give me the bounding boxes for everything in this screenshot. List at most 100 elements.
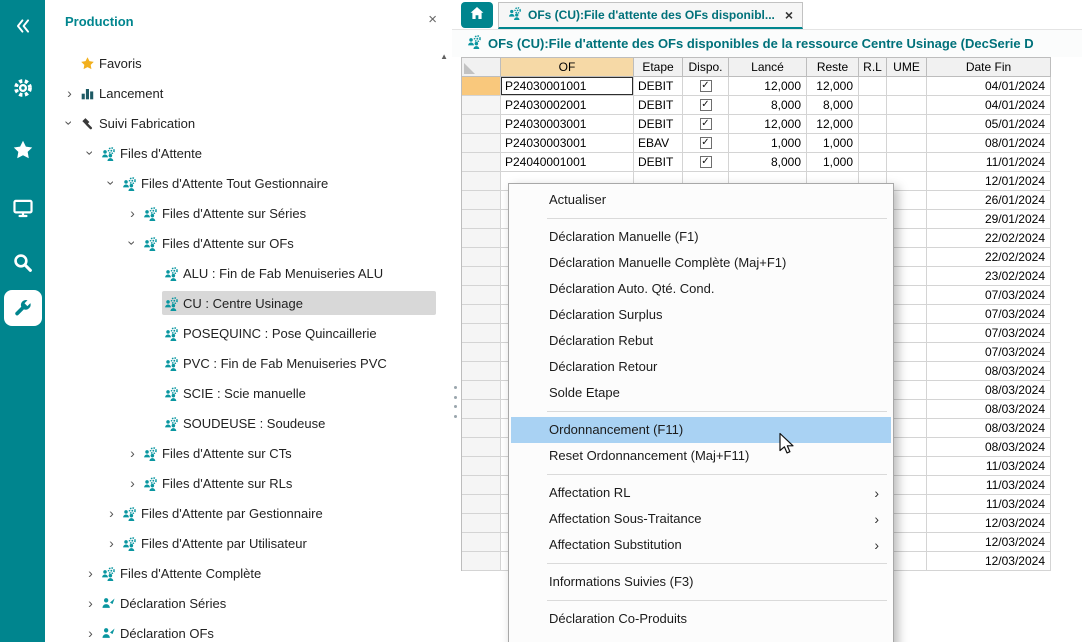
- row-selector[interactable]: [462, 134, 501, 153]
- cell-etape[interactable]: DEBIT: [634, 77, 683, 96]
- tree-item-files-d-attente-compl-te[interactable]: ›Files d'Attente Complète: [45, 558, 436, 588]
- chevron-collapsed-icon[interactable]: ›: [124, 446, 141, 460]
- row-selector[interactable]: [462, 514, 501, 533]
- row-selector[interactable]: [462, 191, 501, 210]
- menu-item-d-claration-manuelle-compl-te-maj-f1[interactable]: Déclaration Manuelle Complète (Maj+F1): [511, 250, 891, 276]
- cell-lance[interactable]: 1,000: [729, 134, 807, 153]
- close-icon[interactable]: ×: [428, 12, 437, 27]
- chevron-collapsed-icon[interactable]: ›: [103, 506, 120, 520]
- star-icon[interactable]: [0, 132, 45, 168]
- cell-date-fin[interactable]: 08/03/2024: [927, 419, 1051, 438]
- cell-reste[interactable]: 8,000: [807, 96, 859, 115]
- cell-dispo[interactable]: ✓: [683, 153, 729, 172]
- row-selector[interactable]: [462, 476, 501, 495]
- select-all-corner[interactable]: [462, 58, 501, 77]
- tree-item-cu-centre-usinage[interactable]: CU : Centre Usinage: [45, 288, 436, 318]
- cell-dispo[interactable]: ✓: [683, 96, 729, 115]
- gear-icon[interactable]: [0, 70, 45, 106]
- tree-item-posequinc-pose-quincaillerie[interactable]: POSEQUINC : Pose Quincaillerie: [45, 318, 436, 348]
- tree-item-soudeuse-soudeuse[interactable]: SOUDEUSE : Soudeuse: [45, 408, 436, 438]
- row-selector[interactable]: [462, 495, 501, 514]
- cell-date-fin[interactable]: 04/01/2024: [927, 77, 1051, 96]
- chevron-collapsed-icon[interactable]: ›: [103, 536, 120, 550]
- row-selector[interactable]: [462, 172, 501, 191]
- menu-item-affectation-rl[interactable]: Affectation RL›: [511, 480, 891, 506]
- cell-lance[interactable]: 8,000: [729, 96, 807, 115]
- row-selector[interactable]: [462, 400, 501, 419]
- row-selector[interactable]: [462, 77, 501, 96]
- cell-rl[interactable]: [859, 134, 887, 153]
- cell-of[interactable]: P24030001001: [501, 77, 634, 96]
- checkbox-checked-icon[interactable]: ✓: [700, 80, 712, 92]
- cell-date-fin[interactable]: 07/03/2024: [927, 305, 1051, 324]
- cell-etape[interactable]: DEBIT: [634, 153, 683, 172]
- cell-date-fin[interactable]: 05/01/2024: [927, 115, 1051, 134]
- chevron-collapsed-icon[interactable]: ›: [124, 206, 141, 220]
- cell-date-fin[interactable]: 12/01/2024: [927, 172, 1051, 191]
- chevron-collapsed-icon[interactable]: ›: [61, 86, 78, 100]
- column-header-r-l[interactable]: R.L: [859, 58, 887, 77]
- cell-date-fin[interactable]: 26/01/2024: [927, 191, 1051, 210]
- cell-date-fin[interactable]: 08/03/2024: [927, 381, 1051, 400]
- cell-date-fin[interactable]: 08/03/2024: [927, 362, 1051, 381]
- chevron-expanded-icon[interactable]: ›: [105, 175, 119, 192]
- cell-of[interactable]: P24030002001: [501, 96, 634, 115]
- tree-item-scie-scie-manuelle[interactable]: SCIE : Scie manuelle: [45, 378, 436, 408]
- cell-reste[interactable]: 12,000: [807, 77, 859, 96]
- cell-reste[interactable]: 12,000: [807, 115, 859, 134]
- menu-item-affectation-substitution[interactable]: Affectation Substitution›: [511, 532, 891, 558]
- row-selector[interactable]: [462, 153, 501, 172]
- cell-date-fin[interactable]: 11/03/2024: [927, 495, 1051, 514]
- column-header-dispo[interactable]: Dispo.: [683, 58, 729, 77]
- chevron-collapsed-icon[interactable]: ›: [124, 476, 141, 490]
- row-selector[interactable]: [462, 229, 501, 248]
- cell-date-fin[interactable]: 08/03/2024: [927, 438, 1051, 457]
- cell-lance[interactable]: 8,000: [729, 153, 807, 172]
- tree-item-lancement[interactable]: ›Lancement: [45, 78, 436, 108]
- tree-item-files-d-attente-sur-ofs[interactable]: ›Files d'Attente sur OFs: [45, 228, 436, 258]
- cell-of[interactable]: P24030003001: [501, 115, 634, 134]
- cell-date-fin[interactable]: 11/03/2024: [927, 457, 1051, 476]
- cell-date-fin[interactable]: 07/03/2024: [927, 343, 1051, 362]
- column-header-reste[interactable]: Reste: [807, 58, 859, 77]
- menu-item-d-claration-surplus[interactable]: Déclaration Surplus: [511, 302, 891, 328]
- cell-date-fin[interactable]: 12/03/2024: [927, 552, 1051, 571]
- cell-ume[interactable]: [887, 115, 927, 134]
- cell-ume[interactable]: [887, 96, 927, 115]
- tree-item-suivi-fabrication[interactable]: ›Suivi Fabrication: [45, 108, 436, 138]
- cell-of[interactable]: P24040001001: [501, 153, 634, 172]
- cell-rl[interactable]: [859, 115, 887, 134]
- menu-item-informations-suivies-f3[interactable]: Informations Suivies (F3): [511, 569, 891, 595]
- cell-date-fin[interactable]: 11/01/2024: [927, 153, 1051, 172]
- row-selector[interactable]: [462, 381, 501, 400]
- tree-item-files-d-attente-tout-gestionnaire[interactable]: ›Files d'Attente Tout Gestionnaire: [45, 168, 436, 198]
- home-button[interactable]: [461, 2, 493, 28]
- tab-ofs-cu[interactable]: OFs (CU):File d'attente des OFs disponib…: [498, 2, 803, 29]
- tree-item-files-d-attente-par-gestionnaire[interactable]: ›Files d'Attente par Gestionnaire: [45, 498, 436, 528]
- tree-item-pvc-fin-de-fab-menuiseries-pvc[interactable]: PVC : Fin de Fab Menuiseries PVC: [45, 348, 436, 378]
- column-header-date-fin[interactable]: Date Fin: [927, 58, 1051, 77]
- cell-rl[interactable]: [859, 153, 887, 172]
- chevron-expanded-icon[interactable]: ›: [84, 145, 98, 162]
- menu-item-d-claration-co-produits[interactable]: Déclaration Co-Produits: [511, 606, 891, 632]
- tree-item-files-d-attente-sur-rls[interactable]: ›Files d'Attente sur RLs: [45, 468, 436, 498]
- chevron-collapsed-icon[interactable]: ›: [82, 626, 99, 640]
- column-header-etape[interactable]: Etape: [634, 58, 683, 77]
- cell-date-fin[interactable]: 08/03/2024: [927, 400, 1051, 419]
- cell-dispo[interactable]: ✓: [683, 115, 729, 134]
- tree-item-files-d-attente-sur-s-ries[interactable]: ›Files d'Attente sur Séries: [45, 198, 436, 228]
- row-selector[interactable]: [462, 362, 501, 381]
- tree-item-d-claration-s-ries[interactable]: ›Déclaration Séries: [45, 588, 436, 618]
- row-selector[interactable]: [462, 96, 501, 115]
- checkbox-checked-icon[interactable]: ✓: [700, 137, 712, 149]
- chevron-expanded-icon[interactable]: ›: [126, 235, 140, 252]
- cell-date-fin[interactable]: 07/03/2024: [927, 324, 1051, 343]
- menu-item-affectation-sous-traitance[interactable]: Affectation Sous-Traitance›: [511, 506, 891, 532]
- tab-close-icon[interactable]: ×: [785, 7, 793, 23]
- splitter-handle[interactable]: [452, 383, 459, 421]
- row-selector[interactable]: [462, 248, 501, 267]
- row-selector[interactable]: [462, 305, 501, 324]
- checkbox-checked-icon[interactable]: ✓: [700, 118, 712, 130]
- tree-item-alu-fin-de-fab-menuiseries-alu[interactable]: ALU : Fin de Fab Menuiseries ALU: [45, 258, 436, 288]
- row-selector[interactable]: [462, 324, 501, 343]
